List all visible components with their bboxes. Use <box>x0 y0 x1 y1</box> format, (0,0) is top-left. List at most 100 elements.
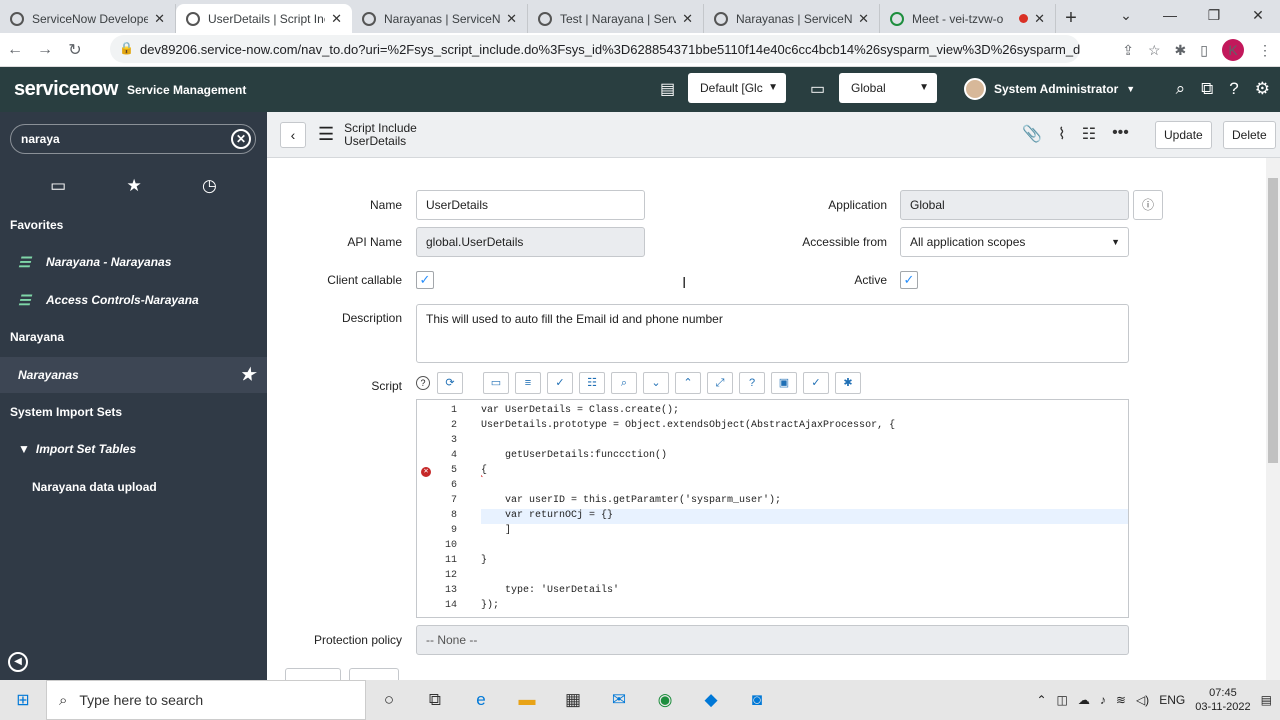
edge-icon[interactable]: e <box>458 690 504 710</box>
favorite-star-icon[interactable]: ★ <box>240 365 255 385</box>
profile-avatar[interactable]: K <box>1222 39 1244 61</box>
bookmark-star-icon[interactable]: ☆ <box>1148 42 1161 59</box>
context-menu-icon[interactable]: ☰ <box>318 124 334 145</box>
browser-tab[interactable]: Test | Narayana | Serv ✕ <box>528 4 704 33</box>
tab-search-icon[interactable]: ⌄ <box>1104 7 1148 24</box>
syntax-check-icon[interactable]: ✓ <box>547 372 573 394</box>
browser-tab-active[interactable]: UserDetails | Script Inc ✕ <box>176 4 352 33</box>
debug-icon[interactable]: ✱ <box>835 372 861 394</box>
microphone-icon[interactable]: ♪ <box>1100 693 1106 707</box>
activity-icon[interactable]: ⌇ <box>1058 124 1066 144</box>
back-button[interactable]: ‹ <box>280 121 306 148</box>
clear-filter-icon[interactable]: ✕ <box>231 129 251 149</box>
volume-icon[interactable]: ◁) <box>1136 693 1149 707</box>
client-callable-checkbox[interactable]: ✓ <box>416 271 434 289</box>
help-circle-icon[interactable]: ? <box>739 372 765 394</box>
partial-button[interactable] <box>285 668 341 680</box>
sidebar-item-narayanas[interactable]: Narayanas ★ <box>0 357 267 393</box>
filter-navigator-input[interactable]: naraya ✕ <box>10 124 256 154</box>
close-tab-icon[interactable]: ✕ <box>331 11 342 27</box>
info-icon[interactable]: ⓘ <box>1133 190 1163 220</box>
accessible-from-select[interactable]: All application scopes ▼ <box>900 227 1129 257</box>
script-debugger-icon[interactable]: ☷ <box>579 372 605 394</box>
close-tab-icon[interactable]: ✕ <box>154 11 165 27</box>
windows-start-icon[interactable]: ⊞ <box>0 690 46 710</box>
script-help-icon[interactable]: ? <box>416 376 430 390</box>
browser-menu-icon[interactable]: ⋮ <box>1258 42 1272 59</box>
mail-icon[interactable]: ✉ <box>596 690 642 710</box>
forward-icon[interactable]: → <box>30 41 60 59</box>
store-icon[interactable]: ▦ <box>550 690 596 710</box>
personalize-icon[interactable]: ☷ <box>1082 124 1096 144</box>
save-icon[interactable]: ▣ <box>771 372 797 394</box>
attachment-icon[interactable]: 📎 <box>1022 124 1042 144</box>
page-scrollbar[interactable] <box>1266 158 1280 680</box>
task-view-icon[interactable]: ⧉ <box>412 690 458 710</box>
maximize-icon[interactable]: ❐ <box>1192 7 1236 24</box>
camera-off-icon[interactable]: ◫ <box>1057 693 1068 707</box>
taskbar-search[interactable]: ⌕ Type here to search <box>46 680 366 720</box>
active-checkbox[interactable]: ✓ <box>900 271 918 289</box>
close-window-icon[interactable]: ✕ <box>1236 7 1280 24</box>
new-tab-button[interactable]: + <box>1056 4 1086 33</box>
browser-tab[interactable]: Narayanas | ServiceNo ✕ <box>352 4 528 33</box>
user-menu[interactable]: System Administrator ▼ <box>964 78 1135 100</box>
check-syntax-icon[interactable]: ✓ <box>803 372 829 394</box>
clock[interactable]: 07:45 03-11-2022 <box>1195 686 1250 714</box>
close-tab-icon[interactable]: ✕ <box>858 11 869 27</box>
more-options-icon[interactable]: ••• <box>1112 124 1129 144</box>
file-explorer-icon[interactable]: ▬ <box>504 690 550 710</box>
description-field[interactable]: This will used to auto fill the Email id… <box>416 304 1129 363</box>
tray-chevron-icon[interactable]: ⌃ <box>1036 693 1046 707</box>
history-clock-icon[interactable]: ◷ <box>202 176 217 196</box>
sidebar-app-system-import-sets[interactable]: System Import Sets <box>0 394 267 430</box>
back-icon[interactable]: ← <box>0 41 30 59</box>
partial-button[interactable] <box>349 668 399 680</box>
sidebar-item-favorite[interactable]: ☰ Narayana - Narayanas <box>0 244 267 280</box>
help-icon[interactable]: ? <box>1229 79 1238 99</box>
delete-button[interactable]: Delete <box>1223 121 1276 149</box>
camera-icon[interactable]: ◙ <box>734 690 780 710</box>
sidebar-item-narayana-data-upload[interactable]: Narayana data upload <box>0 469 267 505</box>
script-editor[interactable]: 1 2 3 4 5 6 7 8 9 10 11 12 13 14 ✕ var UserDetails = C… <box>416 399 1129 618</box>
browser-tab[interactable]: Narayanas | ServiceNo ✕ <box>704 4 880 33</box>
close-tab-icon[interactable]: ✕ <box>506 11 517 27</box>
archive-icon[interactable]: ▭ <box>50 176 66 196</box>
chat-icon[interactable]: ⧉ <box>1201 79 1213 99</box>
error-marker-icon[interactable]: ✕ <box>421 467 431 477</box>
url-field[interactable]: 🔒 dev89206.service-now.com/nav_to.do?uri=… <box>110 35 1080 63</box>
format-code-icon[interactable]: ≡ <box>515 372 541 394</box>
close-tab-icon[interactable]: ✕ <box>682 11 693 27</box>
update-button[interactable]: Update <box>1155 121 1212 149</box>
app-icon[interactable]: ◆ <box>688 690 734 710</box>
sidebar-module-import-set-tables[interactable]: ▼ Import Set Tables <box>0 431 267 467</box>
browser-tab[interactable]: Meet - vei-tzvw-o ✕ <box>880 4 1056 33</box>
update-set-select[interactable]: Default [Glc ▼ <box>688 73 786 103</box>
scope-select[interactable]: Global ▼ <box>839 73 937 103</box>
share-icon[interactable]: ⇪ <box>1122 42 1134 59</box>
servicenow-logo[interactable]: servicenow <box>14 78 118 101</box>
comment-icon[interactable]: ▭ <box>483 372 509 394</box>
protection-policy-select[interactable]: -- None -- <box>416 625 1129 655</box>
search-icon[interactable]: ⌕ <box>611 372 637 394</box>
notifications-icon[interactable]: ▤ <box>1261 693 1272 707</box>
scrollbar-thumb[interactable] <box>1268 178 1278 463</box>
wifi-icon[interactable]: ≋ <box>1116 693 1126 707</box>
sidebar-item-favorite[interactable]: ☰ Access Controls-Narayana <box>0 282 267 318</box>
minimize-icon[interactable]: — <box>1148 7 1192 23</box>
language-indicator[interactable]: ENG <box>1159 693 1185 707</box>
cloud-icon[interactable]: ☁ <box>1078 693 1090 707</box>
find-previous-icon[interactable]: ⌃ <box>675 372 701 394</box>
sidebar-app-narayana[interactable]: Narayana <box>0 319 267 355</box>
extensions-icon[interactable]: ✱ <box>1175 42 1187 59</box>
reload-icon[interactable]: ↻ <box>60 40 90 60</box>
chrome-icon[interactable]: ◉ <box>642 690 688 710</box>
favorites-star-icon[interactable]: ★ <box>126 176 141 196</box>
side-panel-icon[interactable]: ▯ <box>1200 42 1208 59</box>
find-next-icon[interactable]: ⌄ <box>643 372 669 394</box>
browser-tab[interactable]: ServiceNow Develope ✕ <box>0 4 176 33</box>
toggle-syntax-icon[interactable]: ⟳ <box>437 372 463 394</box>
name-field[interactable]: UserDetails <box>416 190 645 220</box>
collapse-sidebar-icon[interactable]: ◀ <box>8 652 28 672</box>
search-icon[interactable]: ⌕ <box>1176 79 1186 99</box>
